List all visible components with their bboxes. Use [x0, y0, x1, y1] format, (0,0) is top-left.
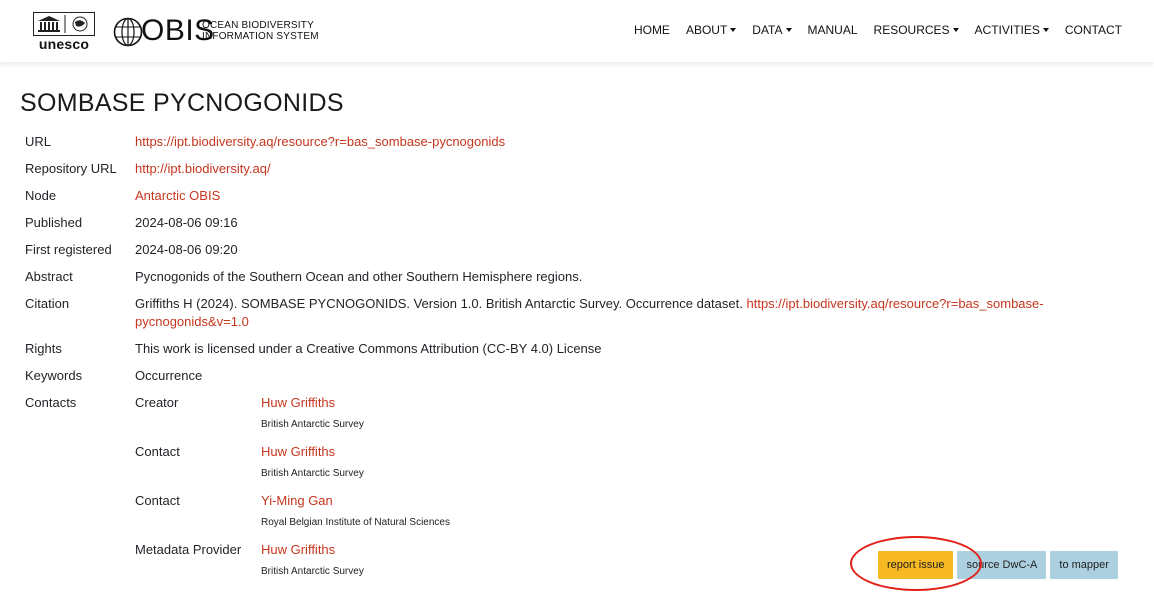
- nav-about-label: ABOUT: [685, 23, 728, 37]
- contact-role: Metadata Provider: [135, 542, 242, 557]
- nav-contact[interactable]: CONTACT: [1065, 23, 1122, 37]
- nav-manual-label: MANUAL: [807, 23, 858, 37]
- nav-home[interactable]: HOME: [634, 23, 670, 37]
- obis-subtitle-line1: OCEAN BIODIVERSITY: [202, 20, 314, 31]
- abstract-label: Abstract: [25, 269, 73, 284]
- metadata-row-published: Published 2024-08-06 09:16: [20, 209, 1080, 236]
- rights-label: Rights: [25, 341, 62, 356]
- abstract-value: Pycnogonids of the Southern Ocean and ot…: [135, 269, 583, 284]
- nav-data-label: DATA: [752, 23, 783, 37]
- repository-url-link[interactable]: http://ipt.biodiversity.aq/: [135, 161, 271, 176]
- metadata-row-url: URL https://ipt.biodiversity.aq/resource…: [20, 128, 1080, 155]
- contact-row: Contact Yi-Ming Gan Royal Belgian Institu…: [130, 487, 455, 536]
- published-label: Published: [25, 215, 83, 230]
- metadata-row-repository: Repository URL http://ipt.biodiversity.a…: [20, 155, 1080, 182]
- contact-organization: Royal Belgian Institute of Natural Scien…: [261, 517, 450, 528]
- contact-name-link[interactable]: Huw Griffiths: [261, 444, 335, 459]
- unesco-logo-text: unesco: [38, 36, 90, 52]
- first-registered-value: 2024-08-06 09:20: [135, 242, 238, 257]
- caret-down-icon: [730, 28, 737, 32]
- source-dwca-button[interactable]: source DwC-A: [957, 551, 1047, 579]
- citation-link-line2: pycnogonids&v=1.0: [135, 314, 249, 329]
- contact-role: Contact: [135, 493, 180, 508]
- citation-link-line1: https://ipt.biodiversity.aq/resource?r=b…: [746, 296, 1044, 311]
- node-label: Node: [25, 188, 57, 203]
- to-mapper-button[interactable]: to mapper: [1050, 551, 1118, 579]
- main-nav: HOME ABOUT DATA MANUAL RESOURCES ACTIVIT…: [634, 23, 1122, 37]
- contact-row: Creator Huw Griffiths British Antarctic S…: [130, 389, 455, 438]
- contact-organization: British Antarctic Survey: [261, 419, 364, 430]
- caret-down-icon: [785, 28, 792, 32]
- contact-row: Contact Huw Griffiths British Antarctic S…: [130, 438, 455, 487]
- url-label: URL: [25, 134, 52, 149]
- nav-about-dropdown[interactable]: ABOUT: [685, 23, 737, 37]
- caret-down-icon: [1042, 28, 1049, 32]
- nav-activities-label: ACTIVITIES: [974, 23, 1040, 37]
- citation-value: Griffiths H (2024). SOMBASE PYCNOGONIDS.…: [130, 290, 1080, 335]
- contacts-label: Contacts: [25, 395, 77, 410]
- nav-activities-dropdown[interactable]: ACTIVITIES: [975, 23, 1049, 37]
- report-issue-button[interactable]: report issue: [878, 551, 954, 579]
- contact-name-link[interactable]: Yi-Ming Gan: [261, 493, 333, 508]
- citation-text: Griffiths H (2024). SOMBASE PYCNOGONIDS.…: [135, 296, 743, 311]
- contact-role: Contact: [135, 444, 180, 459]
- caret-down-icon: [952, 28, 959, 32]
- nav-home-label: HOME: [633, 23, 670, 37]
- dataset-metadata-table: URL https://ipt.biodiversity.aq/resource…: [20, 128, 1080, 589]
- top-navbar: unesco OBIS OCEAN BIODIVERSITY INFORMATI…: [0, 0, 1154, 62]
- rights-value: This work is licensed under a Creative C…: [135, 341, 602, 356]
- metadata-row-abstract: Abstract Pycnogonids of the Southern Oce…: [20, 263, 1080, 290]
- keywords-label: Keywords: [25, 368, 83, 383]
- repository-url-label: Repository URL: [25, 161, 117, 176]
- published-value: 2024-08-06 09:16: [135, 215, 238, 230]
- obis-subtitle: OCEAN BIODIVERSITY INFORMATION SYSTEM: [202, 20, 332, 42]
- contact-name-link[interactable]: Huw Griffiths: [261, 542, 335, 557]
- metadata-row-first-registered: First registered 2024-08-06 09:20: [20, 236, 1080, 263]
- nav-contact-label: CONTACT: [1064, 23, 1122, 37]
- contact-name-link[interactable]: Huw Griffiths: [261, 395, 335, 410]
- nav-manual[interactable]: MANUAL: [808, 23, 858, 37]
- keywords-value: Occurrence: [135, 368, 203, 383]
- nav-resources-label: RESOURCES: [873, 23, 950, 37]
- metadata-row-keywords: Keywords Occurrence: [20, 362, 1080, 389]
- dataset-actions: report issue source DwC-A to mapper: [878, 551, 1118, 579]
- first-registered-label: First registered: [25, 242, 112, 257]
- metadata-row-rights: Rights This work is licensed under a Cre…: [20, 335, 1080, 362]
- globe-icon: [113, 17, 143, 47]
- url-link[interactable]: https://ipt.biodiversity.aq/resource?r=b…: [135, 134, 505, 149]
- obis-subtitle-line2: INFORMATION SYSTEM: [202, 31, 319, 42]
- nav-resources-dropdown[interactable]: RESOURCES: [874, 23, 959, 37]
- contact-row: Metadata Provider Huw Griffiths British A…: [130, 536, 455, 585]
- contacts-table: Creator Huw Griffiths British Antarctic S…: [130, 389, 455, 585]
- page-title: SOMBASE PYCNOGONIDS: [20, 89, 344, 117]
- contact-organization: British Antarctic Survey: [261, 468, 364, 479]
- node-link[interactable]: Antarctic OBIS: [135, 188, 220, 203]
- unesco-emblem-icon: [33, 12, 95, 36]
- unesco-logo[interactable]: unesco: [33, 12, 95, 52]
- contact-role: Creator: [135, 395, 179, 410]
- citation-label: Citation: [25, 296, 70, 311]
- metadata-row-node: Node Antarctic OBIS: [20, 182, 1080, 209]
- contact-organization: British Antarctic Survey: [261, 566, 364, 577]
- metadata-row-citation: Citation Griffiths H (2024). SOMBASE PYC…: [20, 290, 1080, 335]
- nav-data-dropdown[interactable]: DATA: [752, 23, 792, 37]
